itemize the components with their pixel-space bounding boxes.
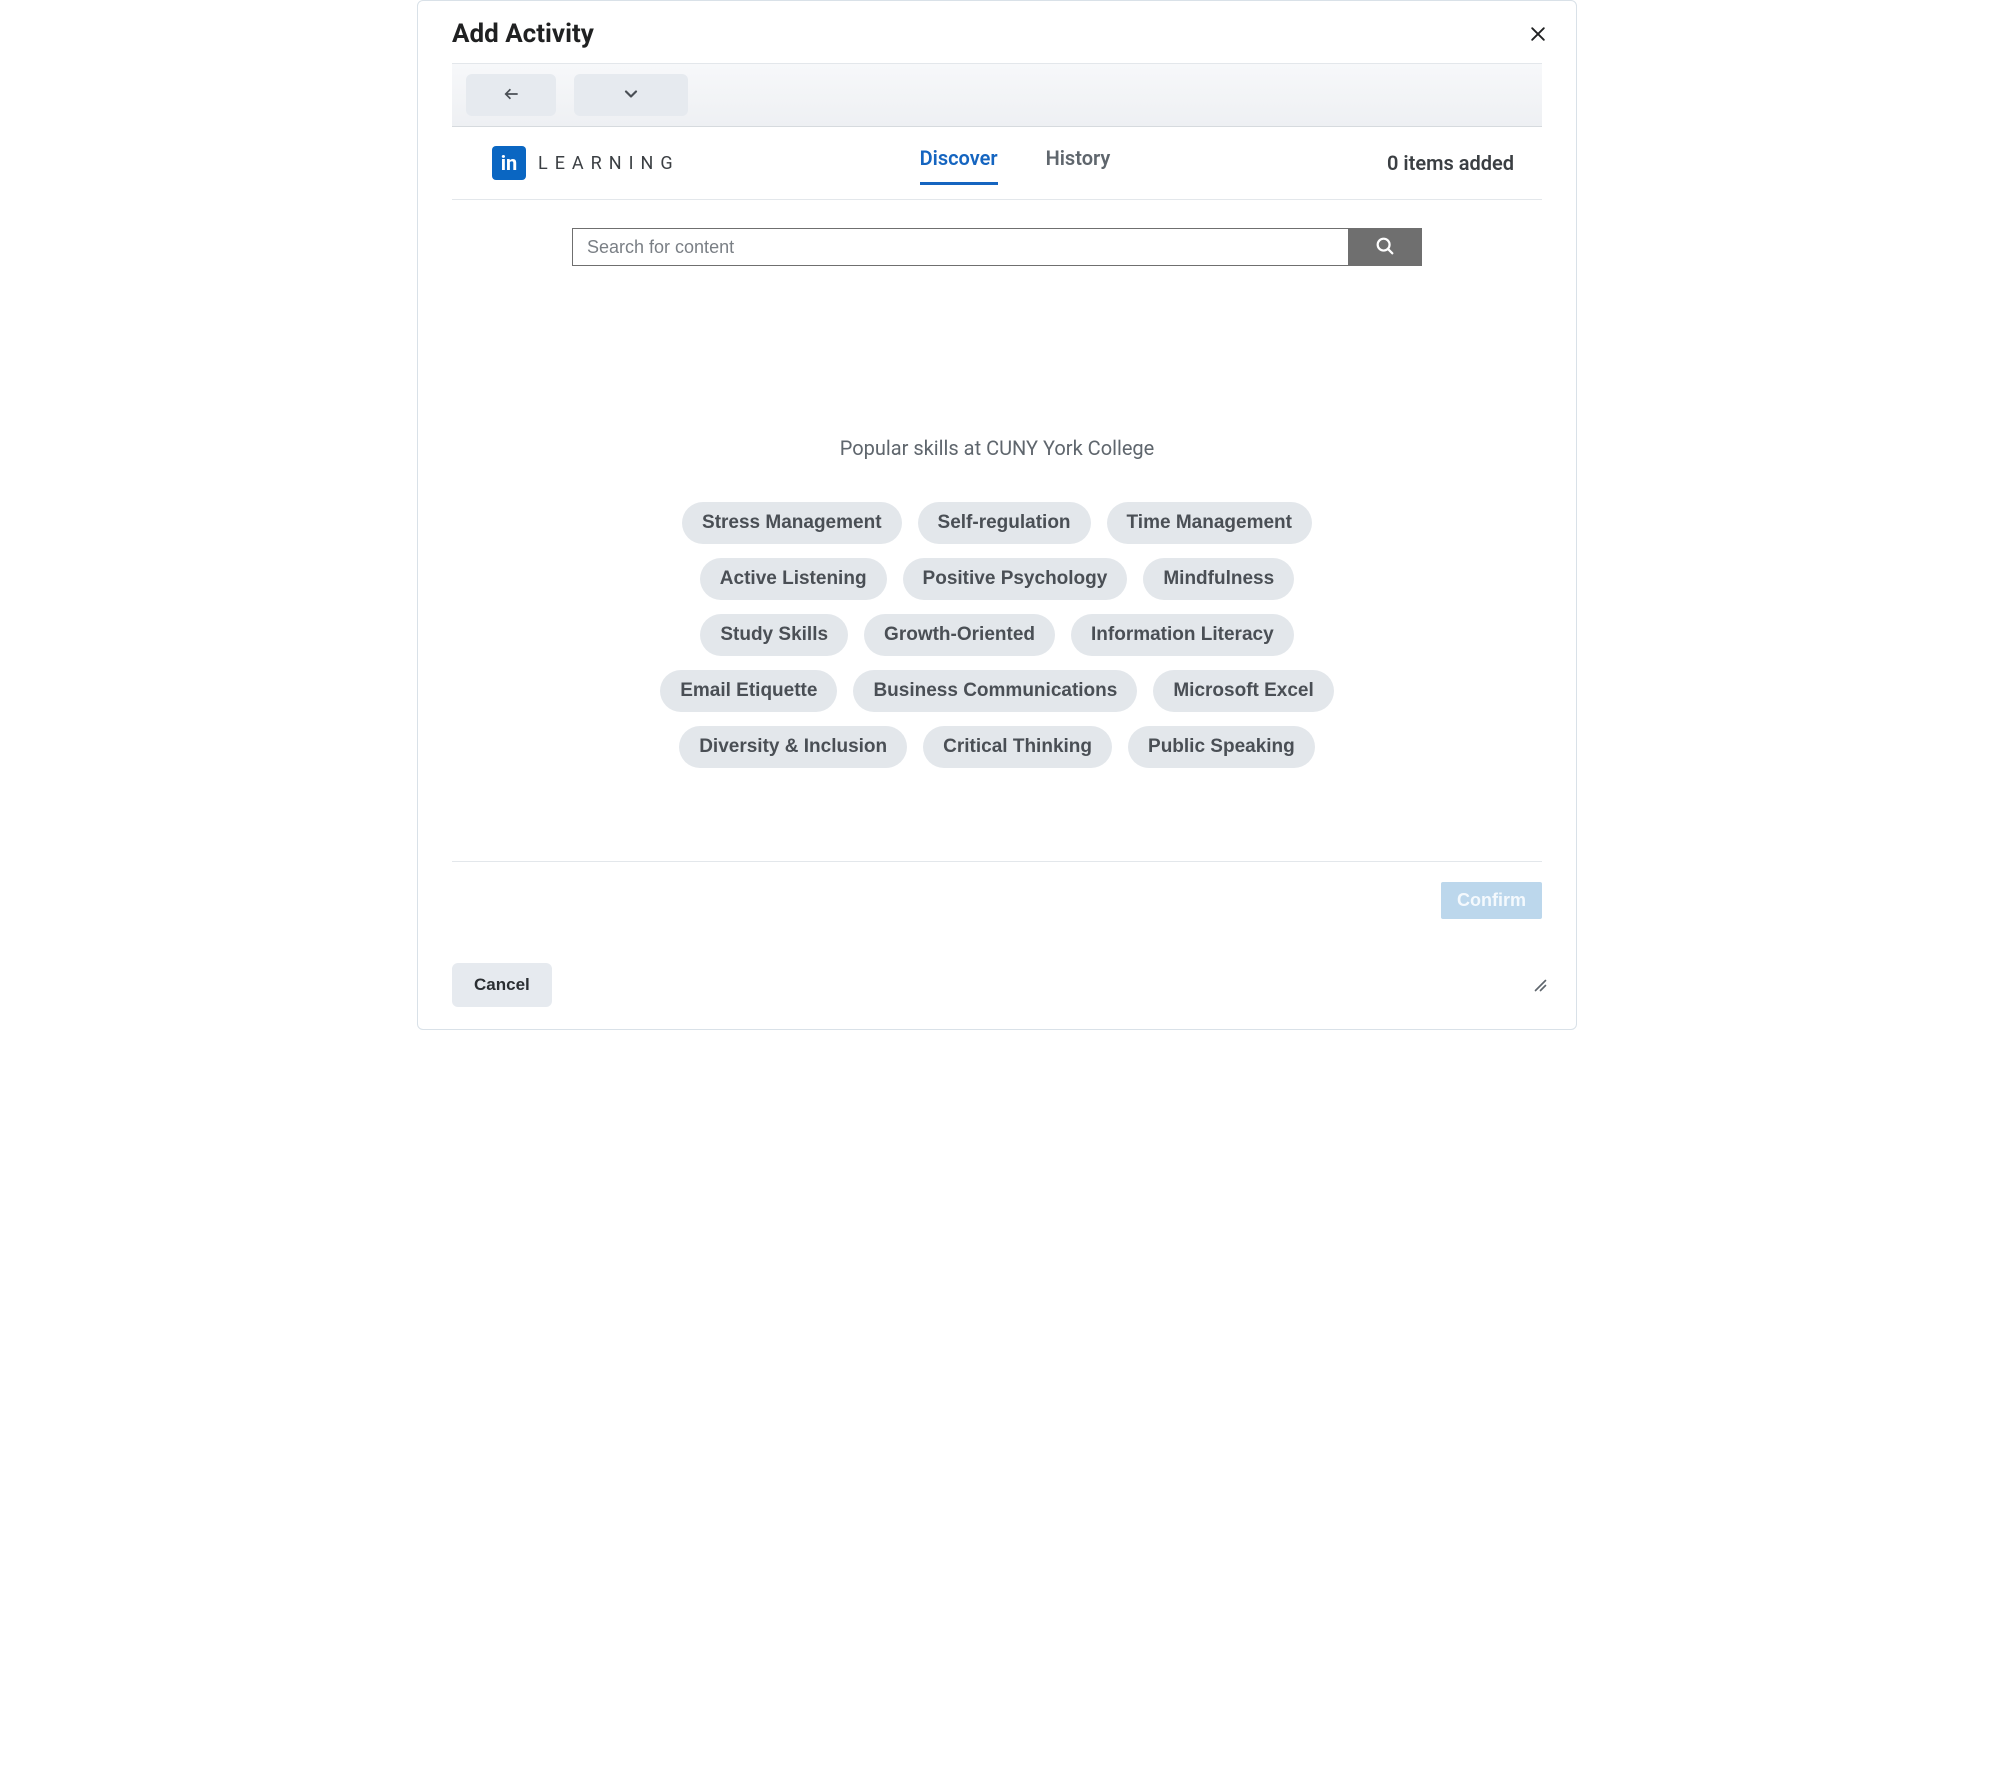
skill-chip[interactable]: Critical Thinking [923,726,1112,768]
skill-chip[interactable]: Positive Psychology [903,558,1128,600]
modal-title: Add Activity [452,19,594,49]
search-button[interactable] [1348,228,1422,266]
search-icon [1374,235,1396,260]
skill-chip[interactable]: Time Management [1107,502,1312,544]
linkedin-learning-brand: in LEARNING [492,146,680,180]
confirm-row: Confirm [452,861,1542,919]
confirm-button[interactable]: Confirm [1441,882,1542,919]
skill-chip[interactable]: Stress Management [682,502,902,544]
skill-chip[interactable]: Growth-Oriented [864,614,1055,656]
search-wrap [572,228,1422,266]
cancel-button[interactable]: Cancel [452,963,552,1007]
linkedin-in-icon: in [492,146,526,180]
items-added-count: 0 items added [1387,151,1514,175]
skill-chip[interactable]: Public Speaking [1128,726,1315,768]
tab-discover[interactable]: Discover [920,146,998,185]
skill-chip-list: Stress Management Self-regulation Time Man… [637,502,1357,768]
skill-chip[interactable]: Study Skills [700,614,848,656]
modal-footer: Cancel [418,919,1576,1029]
arrow-left-icon [501,84,521,107]
back-button[interactable] [466,74,556,116]
close-icon[interactable] [1528,24,1548,44]
skill-chip[interactable]: Information Literacy [1071,614,1294,656]
skill-chip[interactable]: Email Etiquette [660,670,837,712]
provider-header: in LEARNING Discover History 0 items add… [452,127,1542,200]
content-area: Popular skills at CUNY York College Stre… [418,286,1576,831]
modal-header: Add Activity [418,1,1576,63]
skill-chip[interactable]: Business Communications [853,670,1137,712]
add-activity-modal: Add Activity in LEARNING Discover Histor… [417,0,1577,1030]
skill-chip[interactable]: Active Listening [700,558,887,600]
search-row [418,200,1576,286]
popular-skills-title: Popular skills at CUNY York College [840,436,1155,460]
modal-toolbar [452,63,1542,127]
brand-text: LEARNING [538,153,680,174]
skill-chip[interactable]: Diversity & Inclusion [679,726,907,768]
skill-chip[interactable]: Self-regulation [918,502,1091,544]
expand-button[interactable] [574,74,688,116]
tab-history[interactable]: History [1046,146,1111,185]
resize-handle-icon[interactable] [1528,973,1548,997]
search-input[interactable] [572,228,1348,266]
skill-chip[interactable]: Microsoft Excel [1153,670,1333,712]
skill-chip[interactable]: Mindfulness [1143,558,1294,600]
chevron-down-icon [621,84,641,107]
provider-tabs: Discover History [920,141,1111,185]
